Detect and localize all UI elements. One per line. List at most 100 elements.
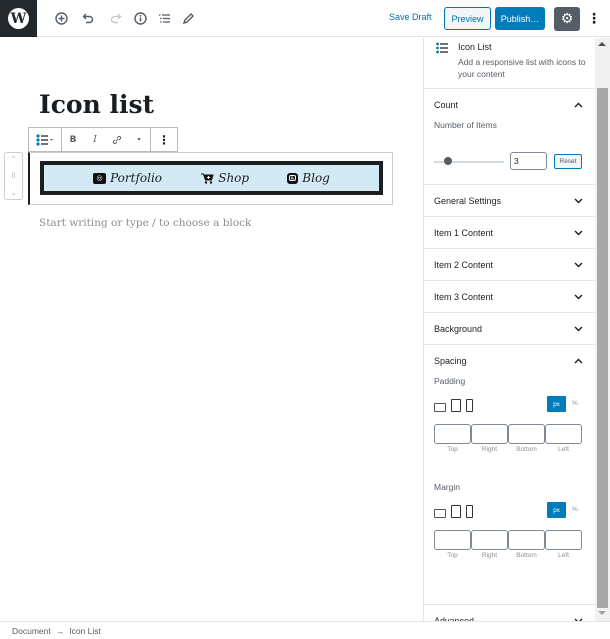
block-name: Icon List [458, 42, 492, 52]
side-label: Top [447, 446, 458, 453]
count-panel: Count Number of Items 3 Reset [424, 89, 595, 185]
info-icon[interactable] [131, 9, 149, 27]
chevron-up-icon [574, 100, 583, 110]
spacing-panel-body: Padding px % Top Right Bottom Left Margi… [424, 376, 595, 604]
collapsed-panels: General Settings Item 1 Content Item 2 Con… [424, 185, 595, 345]
panel-toggle[interactable]: Item 1 Content [424, 217, 595, 248]
sidebar-scrollbar[interactable] [595, 38, 610, 621]
advanced-panel-toggle[interactable]: Advanced [424, 605, 595, 621]
margin-side-labels: Top Right Bottom Left [434, 552, 582, 559]
icon-list-item-label: Blog [302, 171, 330, 185]
number-of-items-input[interactable]: 3 [510, 152, 547, 170]
more-formatting-button[interactable]: ▾ [128, 128, 150, 151]
block-placeholder[interactable]: Start writing or type / to choose a bloc… [39, 217, 251, 229]
reset-button[interactable]: Reset [554, 154, 582, 169]
side-label: Right [481, 446, 498, 453]
redo-icon[interactable] [106, 9, 124, 27]
margin-right-input[interactable] [471, 530, 508, 550]
save-draft-button[interactable]: Save Draft [389, 12, 432, 22]
settings-button[interactable]: ⚙ [554, 7, 580, 31]
count-panel-toggle[interactable]: Count [424, 89, 595, 120]
panel-toggle[interactable]: Item 2 Content [424, 249, 595, 280]
margin-unit-percent[interactable]: % [572, 506, 578, 513]
panel-title: Background [434, 323, 483, 334]
slider-thumb[interactable] [444, 157, 452, 165]
padding-label: Padding [434, 376, 466, 386]
bold-button[interactable]: B [62, 128, 84, 151]
collapsed-panel: General Settings [424, 185, 595, 217]
icon-list-item[interactable]: Shop [200, 171, 249, 185]
wordpress-logo-button[interactable]: W [0, 0, 37, 37]
panel-title: Item 1 Content [434, 227, 494, 238]
tablet-icon[interactable] [451, 399, 461, 412]
icon-list-item-label: Shop [218, 171, 250, 185]
block-options-button[interactable]: ⋮ [151, 128, 177, 151]
margin-bottom-input[interactable] [508, 530, 545, 550]
scroll-up-arrow[interactable] [598, 42, 606, 46]
block-breadcrumb: Document → Icon List [0, 621, 610, 639]
link-button[interactable] [106, 128, 128, 151]
camera-icon: ◎ [93, 172, 107, 184]
desktop-icon[interactable] [434, 509, 446, 518]
edit-tools-icon[interactable] [179, 9, 197, 27]
move-up-icon[interactable]: ⌃ [11, 155, 17, 163]
side-label: Right [481, 552, 498, 559]
preview-button[interactable]: Preview [444, 7, 491, 30]
spacing-panel-toggle[interactable]: Spacing [424, 345, 595, 376]
post-title[interactable]: Icon list [39, 90, 154, 119]
padding-side-labels: Top Right Bottom Left [434, 446, 582, 453]
undo-icon[interactable] [79, 9, 97, 27]
icon-list-item[interactable]: ◎ Portfolio [93, 171, 162, 185]
icon-list-block[interactable]: ◎ Portfolio Shop Blog [28, 152, 393, 205]
margin-inputs [434, 530, 582, 550]
padding-unit-px[interactable]: px [547, 396, 566, 412]
publish-button[interactable]: Publish… [495, 7, 545, 30]
padding-unit-percent[interactable]: % [572, 400, 578, 407]
block-type-switcher[interactable] [29, 128, 61, 151]
icon-list-item[interactable]: Blog [287, 171, 330, 185]
breadcrumb-icon-list[interactable]: Icon List [69, 626, 101, 636]
collapsed-panel: Item 2 Content [424, 249, 595, 281]
italic-button[interactable]: I [84, 128, 106, 151]
format-group: B I ▾ [62, 128, 151, 151]
scroll-down-arrow[interactable] [598, 611, 606, 615]
side-label: Top [447, 552, 458, 559]
breadcrumb-document[interactable]: Document [12, 626, 51, 636]
more-options-button[interactable]: ⋮ [587, 8, 601, 30]
breadcrumb-separator: → [55, 625, 65, 636]
desktop-icon[interactable] [434, 403, 446, 412]
padding-left-input[interactable] [545, 424, 582, 444]
move-down-icon[interactable]: ⌄ [11, 189, 17, 197]
add-block-icon[interactable] [52, 9, 70, 27]
margin-unit-px[interactable]: px [547, 502, 566, 518]
top-toolbar: W Save Draft Preview Publish… ⚙ ⋮ [0, 0, 610, 37]
panel-toggle[interactable]: Item 3 Content [424, 281, 595, 312]
padding-bottom-input[interactable] [508, 424, 545, 444]
list-icon [436, 42, 448, 57]
mobile-icon[interactable] [466, 399, 473, 412]
panel-title: Count [434, 99, 459, 110]
icon-list-item-label: Portfolio [110, 171, 163, 185]
tablet-icon[interactable] [451, 505, 461, 518]
padding-top-input[interactable] [434, 424, 471, 444]
wordpress-logo-icon: W [8, 8, 29, 29]
chevron-down-icon [574, 260, 583, 270]
padding-right-input[interactable] [471, 424, 508, 444]
panel-toggle[interactable]: General Settings [424, 185, 595, 216]
collapsed-panel: Background [424, 313, 595, 345]
margin-left-input[interactable] [545, 530, 582, 550]
blogger-icon [287, 172, 299, 184]
editor-canvas: Icon list B I ▾ ⋮ ⌃ ⠿ ⌄ ◎ Portfolio Shop… [0, 38, 423, 621]
list-view-icon[interactable] [155, 9, 173, 27]
options-group: ⋮ [151, 128, 177, 151]
mobile-icon[interactable] [466, 505, 473, 518]
cart-icon [200, 173, 214, 184]
margin-top-input[interactable] [434, 530, 471, 550]
panel-toggle[interactable]: Background [424, 313, 595, 344]
scrollbar-thumb[interactable] [597, 88, 608, 608]
side-label: Left [558, 552, 569, 559]
drag-handle-icon[interactable]: ⠿ [11, 172, 16, 180]
side-label: Left [558, 446, 569, 453]
link-icon [112, 135, 122, 144]
count-panel-body: Number of Items 3 Reset [424, 120, 595, 184]
